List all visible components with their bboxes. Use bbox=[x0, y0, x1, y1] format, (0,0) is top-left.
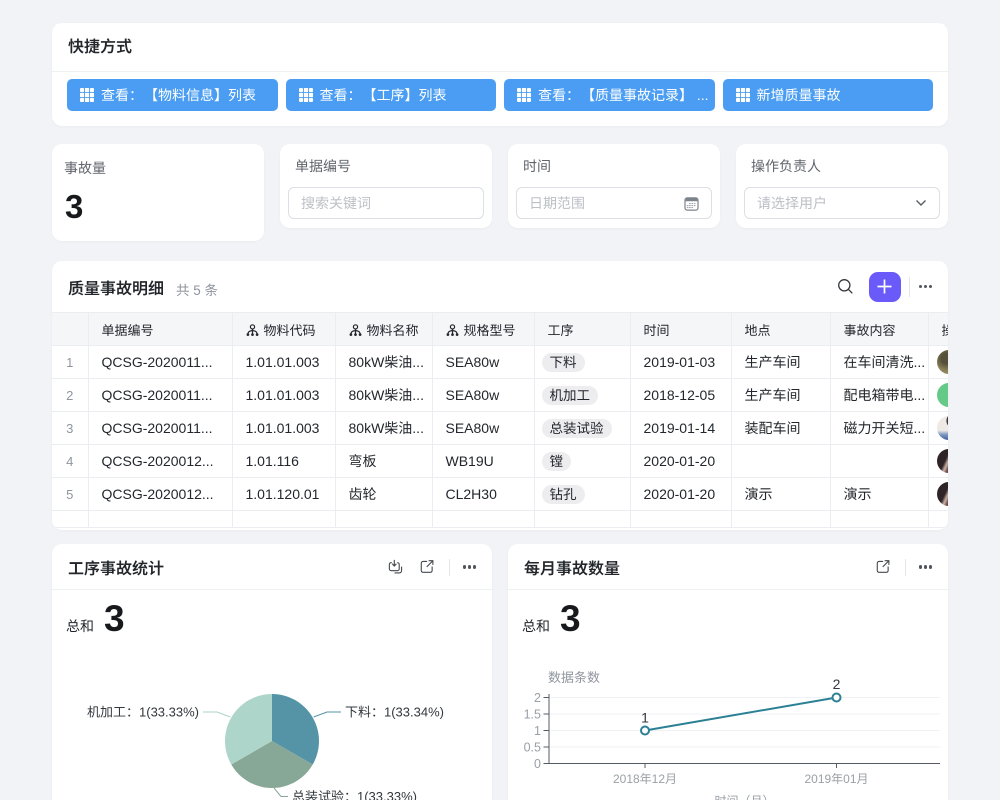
svg-text:下料：1(33.34%): 下料：1(33.34%) bbox=[345, 705, 444, 720]
svg-text:时间（月）: 时间（月） bbox=[714, 794, 774, 800]
svg-text:2: 2 bbox=[534, 691, 541, 705]
svg-text:数据条数: 数据条数 bbox=[548, 670, 600, 685]
svg-text:机加工：1(33.33%): 机加工：1(33.33%) bbox=[87, 705, 199, 720]
svg-text:0: 0 bbox=[534, 757, 541, 771]
svg-text:1: 1 bbox=[534, 724, 541, 738]
svg-text:0.5: 0.5 bbox=[524, 741, 541, 755]
svg-text:2018年12月: 2018年12月 bbox=[613, 772, 677, 786]
svg-text:1: 1 bbox=[641, 710, 649, 726]
svg-text:总装试验：1(33.33%): 总装试验：1(33.33%) bbox=[292, 789, 417, 800]
svg-text:2: 2 bbox=[833, 676, 841, 692]
svg-text:1.5: 1.5 bbox=[524, 708, 541, 722]
svg-text:2019年01月: 2019年01月 bbox=[804, 772, 868, 786]
